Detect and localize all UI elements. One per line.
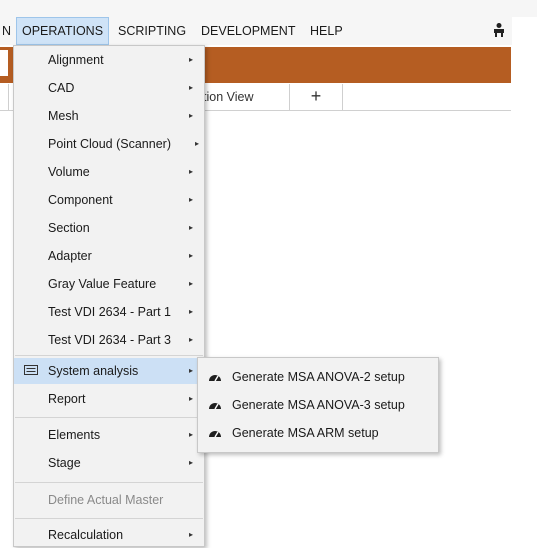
submenu-arrow-icon: ▸ — [189, 279, 194, 288]
submenu-item-msa-anova3[interactable]: Generate MSA ANOVA-3 setup — [198, 392, 438, 418]
menu-operations[interactable]: OPERATIONS — [16, 17, 110, 45]
menu-item-cad[interactable]: CAD ▸ — [14, 75, 204, 101]
submenu-arrow-icon: ▸ — [189, 167, 194, 176]
submenu-arrow-icon: ▸ — [189, 195, 194, 204]
menu-item-label: Point Cloud (Scanner) — [48, 137, 171, 151]
menu-item-recalculation[interactable]: Recalculation ▸ — [14, 522, 204, 548]
operations-menu: Alignment ▸ CAD ▸ Mesh ▸ Point Cloud (Sc… — [13, 45, 205, 547]
menu-item-label: Test VDI 2634 - Part 1 — [48, 305, 171, 319]
user-icon[interactable] — [491, 22, 507, 38]
submenu-arrow-icon: ▸ — [195, 139, 200, 148]
menubar: N OPERATIONS SCRIPTING DEVELOPMENT HELP — [0, 17, 537, 45]
submenu-arrow-icon: ▸ — [189, 366, 194, 375]
menu-item-test-vdi-part1[interactable]: Test VDI 2634 - Part 1 ▸ — [14, 299, 204, 325]
menu-separator — [15, 518, 203, 519]
system-analysis-submenu: Generate MSA ANOVA-2 setup Generate MSA … — [197, 357, 439, 453]
menu-item-section[interactable]: Section ▸ — [14, 215, 204, 241]
tab-view[interactable]: tion View — [203, 84, 290, 110]
menu-partial-left[interactable]: N — [2, 17, 11, 45]
menu-item-volume[interactable]: Volume ▸ — [14, 159, 204, 185]
submenu-item-label: Generate MSA ARM setup — [232, 426, 379, 440]
menubar-right-edge — [512, 17, 537, 45]
menu-separator — [15, 417, 203, 418]
menu-item-label: Gray Value Feature — [48, 277, 157, 291]
menu-item-label: Test VDI 2634 - Part 3 — [48, 333, 171, 347]
panel-edge — [0, 50, 8, 76]
menu-item-label: Elements — [48, 428, 101, 442]
menu-item-label: Component — [48, 193, 113, 207]
menu-item-mesh[interactable]: Mesh ▸ — [14, 103, 204, 129]
submenu-arrow-icon: ▸ — [189, 530, 194, 539]
window-icon — [24, 365, 38, 375]
menu-item-label: CAD — [48, 81, 75, 95]
menu-item-stage[interactable]: Stage ▸ — [14, 450, 204, 476]
menu-item-label: Volume — [48, 165, 90, 179]
menu-item-label: Stage — [48, 456, 81, 470]
menu-item-define-actual-master[interactable]: Define Actual Master — [14, 487, 204, 513]
menu-item-label: Adapter — [48, 249, 92, 263]
menu-help[interactable]: HELP — [310, 17, 343, 45]
menu-scripting[interactable]: SCRIPTING — [118, 17, 186, 45]
submenu-item-label: Generate MSA ANOVA-2 setup — [232, 370, 405, 384]
menu-item-adapter[interactable]: Adapter ▸ — [14, 243, 204, 269]
menu-item-report[interactable]: Report ▸ — [14, 386, 204, 412]
submenu-arrow-icon: ▸ — [189, 394, 194, 403]
menu-item-component[interactable]: Component ▸ — [14, 187, 204, 213]
submenu-item-label: Generate MSA ANOVA-3 setup — [232, 398, 405, 412]
menu-item-alignment[interactable]: Alignment ▸ — [14, 47, 204, 73]
submenu-item-msa-arm[interactable]: Generate MSA ARM setup — [198, 420, 438, 446]
window-title-strip — [0, 0, 537, 17]
gauge-icon — [209, 431, 221, 438]
menu-item-label: Alignment — [48, 53, 104, 67]
menu-item-label: Recalculation — [48, 528, 124, 542]
gauge-icon — [209, 403, 221, 410]
menu-item-gray-value-feature[interactable]: Gray Value Feature ▸ — [14, 271, 204, 297]
submenu-arrow-icon: ▸ — [189, 223, 194, 232]
menu-separator — [15, 355, 203, 356]
submenu-arrow-icon: ▸ — [189, 430, 194, 439]
menu-development[interactable]: DEVELOPMENT — [201, 17, 295, 45]
menu-item-label: Section — [48, 221, 90, 235]
submenu-arrow-icon: ▸ — [189, 111, 194, 120]
add-tab-button[interactable]: + — [290, 84, 343, 110]
menu-item-label: System analysis — [48, 364, 139, 378]
submenu-arrow-icon: ▸ — [189, 55, 194, 64]
menu-item-elements[interactable]: Elements ▸ — [14, 422, 204, 448]
submenu-arrow-icon: ▸ — [189, 251, 194, 260]
menu-item-label: Mesh — [48, 109, 79, 123]
tab-separator — [8, 84, 9, 110]
right-edge — [511, 47, 537, 536]
menu-item-system-analysis[interactable]: System analysis ▸ — [14, 358, 204, 384]
submenu-item-msa-anova2[interactable]: Generate MSA ANOVA-2 setup — [198, 364, 438, 390]
gauge-icon — [209, 375, 221, 382]
menu-item-label: Define Actual Master — [48, 493, 164, 507]
menu-item-test-vdi-part3[interactable]: Test VDI 2634 - Part 3 ▸ — [14, 327, 204, 353]
submenu-arrow-icon: ▸ — [189, 335, 194, 344]
submenu-arrow-icon: ▸ — [189, 458, 194, 467]
menu-item-point-cloud[interactable]: Point Cloud (Scanner) ▸ — [14, 131, 204, 157]
submenu-arrow-icon: ▸ — [189, 307, 194, 316]
submenu-arrow-icon: ▸ — [189, 83, 194, 92]
menu-item-label: Report — [48, 392, 86, 406]
menu-separator — [15, 482, 203, 483]
